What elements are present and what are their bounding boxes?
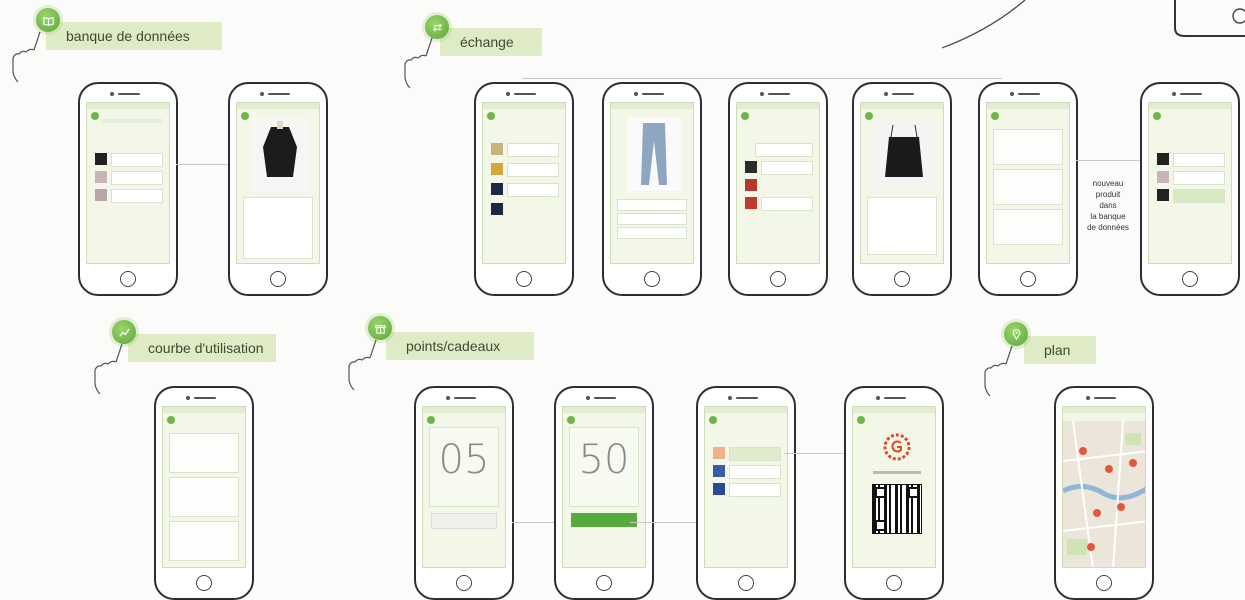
home-button[interactable] (120, 271, 136, 287)
phone-screen[interactable] (852, 406, 936, 568)
section-label-points: points/cadeaux (406, 338, 501, 354)
disabled-button[interactable] (431, 513, 497, 529)
echange-note: nouveau produit dans la banque de donnée… (1078, 178, 1138, 233)
phone-screen[interactable] (1148, 102, 1232, 264)
phone-banque-list (78, 82, 178, 296)
phone-banque-detail (228, 82, 328, 296)
home-button[interactable] (196, 575, 212, 591)
phone-echange-2 (602, 82, 702, 296)
pointing-hand-icon (94, 343, 123, 395)
home-button[interactable] (456, 575, 472, 591)
phone-screen[interactable] (986, 102, 1070, 264)
home-button[interactable] (738, 575, 754, 591)
partner-logo (713, 483, 725, 495)
phone-echange-6 (1140, 82, 1240, 296)
phone-echange-1 (474, 82, 574, 296)
note-line: nouveau (1092, 179, 1124, 188)
decorative-stroke (941, 0, 1245, 49)
home-button[interactable] (644, 271, 660, 287)
points-counter-value: 50 (578, 437, 630, 483)
partner-logo (713, 465, 725, 477)
phone-screen[interactable] (236, 102, 320, 264)
brand-logo-icon (883, 433, 911, 461)
phone-plan-map (1054, 386, 1154, 600)
section-banner-echange: échange (440, 28, 542, 56)
phone-screen[interactable] (860, 102, 944, 264)
phone-points-counter-1: 05 (414, 386, 514, 600)
note-line: dans (1099, 201, 1117, 210)
phone-echange-4 (852, 82, 952, 296)
section-banner-points: points/cadeaux (386, 332, 534, 360)
phone-echange-5 (978, 82, 1078, 296)
home-button[interactable] (1182, 271, 1198, 287)
section-label-echange: échange (460, 34, 514, 50)
home-button[interactable] (886, 575, 902, 591)
section-banner-plan: plan (1024, 336, 1096, 364)
product-image-top (873, 119, 935, 189)
points-counter-value: 05 (438, 437, 490, 483)
product-image-dress (251, 117, 309, 193)
home-button[interactable] (516, 271, 532, 287)
phone-echange-3 (728, 82, 828, 296)
phone-screen[interactable]: 05 (422, 406, 506, 568)
home-button[interactable] (770, 271, 786, 287)
section-banner-courbe: courbe d'utilisation (128, 334, 276, 362)
note-line: de données (1087, 223, 1129, 232)
phone-screen[interactable] (162, 406, 246, 568)
qr-code (872, 484, 922, 534)
phone-screen[interactable]: 50 (562, 406, 646, 568)
home-button[interactable] (894, 271, 910, 287)
note-line: produit (1095, 190, 1121, 199)
note-line: la banque (1090, 212, 1126, 221)
section-label-plan: plan (1044, 342, 1071, 358)
pointing-hand-icon (404, 37, 433, 89)
product-image-jeans (627, 117, 681, 191)
phone-screen[interactable] (86, 102, 170, 264)
pointing-hand-icon (984, 345, 1013, 397)
home-button[interactable] (1096, 575, 1112, 591)
redeem-button[interactable] (571, 513, 637, 527)
home-button[interactable] (270, 271, 286, 287)
section-label-courbe: courbe d'utilisation (148, 340, 264, 356)
section-banner-banque: banque de données (46, 22, 222, 50)
phone-screen[interactable] (1062, 406, 1146, 568)
phone-courbe (154, 386, 254, 600)
map-view[interactable] (1063, 420, 1145, 567)
home-button[interactable] (596, 575, 612, 591)
phone-points-partners (696, 386, 796, 600)
home-button[interactable] (1020, 271, 1036, 287)
phone-screen[interactable] (704, 406, 788, 568)
section-label-banque: banque de données (66, 28, 190, 44)
pointing-hand-icon (348, 339, 377, 391)
partner-logo (713, 447, 725, 459)
phone-points-counter-2: 50 (554, 386, 654, 600)
pointing-hand-icon (12, 31, 41, 83)
phone-screen[interactable] (482, 102, 566, 264)
phone-points-voucher (844, 386, 944, 600)
phone-screen[interactable] (736, 102, 820, 264)
phone-screen[interactable] (610, 102, 694, 264)
